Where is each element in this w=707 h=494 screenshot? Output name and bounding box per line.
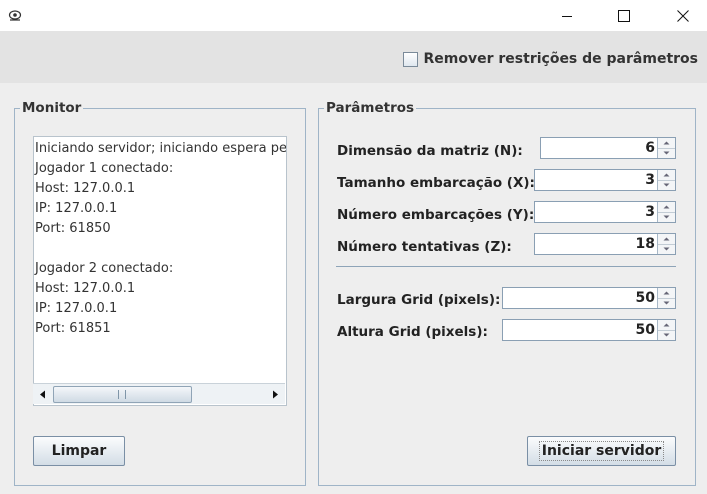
decrement-icon[interactable] [658, 148, 675, 158]
grid-height-label: Altura Grid (pixels): [337, 324, 488, 340]
start-server-label: Iniciar servidor [538, 441, 665, 461]
vessel-size-value[interactable]: 3 [645, 170, 655, 190]
grid-width-value[interactable]: 50 [636, 288, 655, 308]
vessel-size-label: Tamanho embarcação (X): [337, 175, 535, 191]
attempts-count-value[interactable]: 18 [636, 234, 655, 254]
monitor-title: Monitor [22, 100, 82, 116]
vessel-count-value[interactable]: 3 [645, 202, 655, 222]
log-line: Host: 127.0.0.1 [35, 281, 136, 296]
remove-restrictions-label: Remover restrições de parâmetros [423, 51, 698, 67]
matrix-dimension-label: Dimensão da matriz (N): [337, 143, 523, 159]
decrement-icon[interactable] [658, 180, 675, 190]
grid-width-label: Largura Grid (pixels): [337, 292, 501, 308]
app-icon [8, 8, 22, 22]
monitor-log-text: Iniciando servidor; iniciando espera pel… [35, 139, 287, 339]
monitor-log[interactable]: Iniciando servidor; iniciando espera pel… [33, 136, 287, 406]
vessel-count-spinner[interactable]: 3 [534, 201, 676, 223]
maximize-button[interactable] [600, 0, 648, 31]
start-server-button[interactable]: Iniciar servidor [527, 436, 676, 466]
decrement-icon[interactable] [658, 212, 675, 222]
grip-icon [118, 390, 126, 399]
attempts-count-label: Número tentativas (Z): [337, 239, 512, 255]
clear-button[interactable]: Limpar [33, 436, 125, 466]
log-line: IP: 127.0.0.1 [35, 201, 118, 216]
horizontal-scrollbar[interactable] [33, 383, 285, 404]
minimize-button[interactable] [543, 0, 591, 31]
parameters-title: Parâmetros [326, 100, 415, 116]
log-line: IP: 127.0.0.1 [35, 301, 118, 316]
title-bar [0, 0, 707, 31]
matrix-dimension-spinner[interactable]: 6 [540, 137, 676, 159]
grid-width-spinner[interactable]: 50 [502, 287, 676, 309]
minimize-icon [562, 15, 572, 17]
separator [336, 266, 676, 267]
log-line: Jogador 1 conectado: [35, 161, 174, 176]
maximize-icon [618, 9, 630, 22]
vessel-count-label: Número embarcações (Y): [337, 207, 535, 223]
log-line: Iniciando servidor; iniciando espera pel [35, 141, 287, 156]
scroll-left-icon[interactable] [34, 385, 52, 403]
decrement-icon[interactable] [658, 330, 675, 340]
grid-height-spinner[interactable]: 50 [502, 319, 676, 341]
remove-restrictions-option[interactable]: Remover restrições de parâmetros [402, 51, 698, 67]
log-line: Port: 61851 [35, 321, 111, 336]
log-line: Port: 61850 [35, 221, 111, 236]
remove-restrictions-checkbox[interactable] [402, 51, 418, 67]
grid-height-value[interactable]: 50 [636, 320, 655, 340]
vessel-size-spinner[interactable]: 3 [534, 169, 676, 191]
attempts-count-spinner[interactable]: 18 [534, 233, 676, 255]
close-icon [677, 9, 689, 22]
scroll-right-icon[interactable] [266, 385, 284, 403]
decrement-icon[interactable] [658, 298, 675, 308]
matrix-dimension-value[interactable]: 6 [645, 138, 655, 158]
decrement-icon[interactable] [658, 244, 675, 254]
scrollbar-thumb[interactable] [53, 386, 192, 403]
log-line: Host: 127.0.0.1 [35, 181, 136, 196]
close-button[interactable] [659, 0, 707, 31]
log-line: Jogador 2 conectado: [35, 261, 174, 276]
